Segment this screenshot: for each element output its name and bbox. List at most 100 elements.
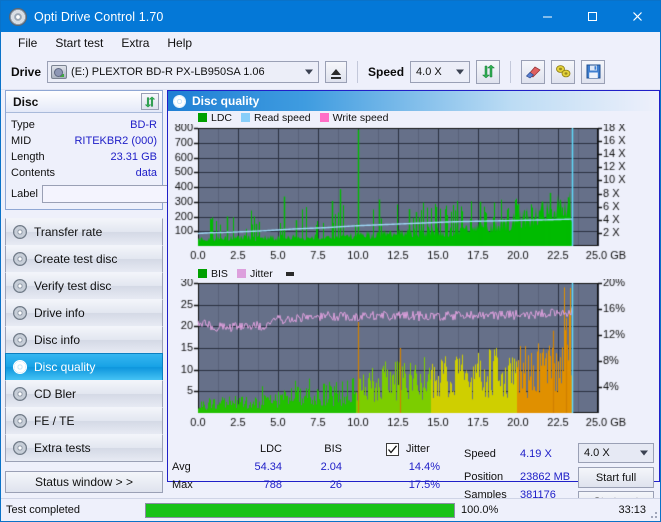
chart-marker-icon [285, 271, 294, 276]
legend-label-write-speed: Write speed [332, 111, 389, 124]
refresh-button[interactable] [476, 59, 501, 84]
legend-swatch-read-speed [241, 113, 251, 122]
disc-row-contents: Contents data [11, 165, 157, 181]
drive-toolbar: Drive (E:) PLEXTOR BD-R PX-LB950SA 1.06 … [1, 54, 660, 90]
stats-col-ldc: LDC [259, 443, 282, 455]
disc-transfer-icon [13, 225, 27, 239]
eraser-icon [525, 66, 541, 79]
stats-position-label: Position [464, 471, 504, 483]
menu-item-extra[interactable]: Extra [112, 33, 158, 53]
legend-swatch-jitter [236, 269, 246, 278]
sidebar-item-drive-info[interactable]: Drive info [5, 299, 163, 327]
disc-quality-panel: Disc quality LDC Read speed Write speed … [167, 90, 660, 512]
sidebar-item-verify-test-disc[interactable]: Verify test disc [5, 272, 163, 300]
resize-grip[interactable] [648, 509, 658, 519]
disc-create-icon [13, 252, 27, 266]
drive-icon [51, 64, 68, 79]
erase-button[interactable] [521, 59, 546, 84]
disc-bler-icon [13, 387, 27, 401]
menu-bar: File Start test Extra Help [1, 32, 660, 54]
stats-speed-value: 4.19 X [520, 448, 552, 460]
sidebar-item-fe-te[interactable]: FE / TE [5, 407, 163, 435]
disc-refresh-button[interactable] [141, 93, 159, 110]
maximize-icon[interactable] [570, 1, 615, 32]
test-speed-value: 4.0 X [584, 447, 610, 459]
sidebar-item-transfer-rate[interactable]: Transfer rate [5, 218, 163, 246]
disc-label-key: Label [11, 188, 38, 200]
nav-list: Transfer rate Create test disc Verify te… [5, 218, 163, 462]
refresh-arrows-icon [481, 64, 495, 79]
sidebar-item-label: Disc quality [34, 360, 96, 374]
legend-label-ldc: LDC [211, 111, 233, 124]
legend-label-bis: BIS [211, 267, 228, 280]
sidebar-item-label: Extra tests [34, 441, 91, 455]
sidebar-item-extra-tests[interactable]: Extra tests [5, 434, 163, 462]
disc-row-contents-value: data [135, 167, 157, 179]
disc-row-length-key: Length [11, 151, 45, 163]
legend-label-read-speed: Read speed [254, 111, 311, 124]
sidebar-item-label: Transfer rate [34, 225, 103, 239]
sidebar-item-label: Drive info [34, 306, 85, 320]
stats-position-value: 23862 MB [520, 471, 571, 483]
close-icon[interactable] [615, 1, 660, 32]
disc-drive-icon [13, 306, 27, 320]
disc-quality-header: Disc quality [168, 91, 659, 111]
bind-icon [555, 65, 570, 78]
stats-max-jitter: 17.5% [408, 479, 440, 491]
ldc-chart-legend: LDC Read speed Write speed [168, 111, 659, 124]
disc-row-length: Length 23.31 GB [11, 149, 157, 165]
speed-select[interactable]: 4.0 X [410, 60, 471, 83]
sidebar-item-disc-info[interactable]: Disc info [5, 326, 163, 354]
page-title: Disc quality [192, 94, 260, 108]
sidebar-item-create-test-disc[interactable]: Create test disc [5, 245, 163, 273]
disc-row-length-value: 23.31 GB [110, 151, 157, 163]
disc-info-rows: Type BD-R MID RITEKBR2 (000) Length 23.3… [6, 113, 246, 209]
sidebar-item-label: CD Bler [34, 387, 77, 401]
disc-panel-header: Disc [6, 91, 162, 113]
jitter-checkbox[interactable] [386, 443, 399, 456]
save-button[interactable] [581, 59, 606, 84]
drive-select-value: (E:) PLEXTOR BD-R PX-LB950SA 1.06 [71, 65, 265, 78]
eject-icon [331, 68, 342, 79]
window-title: Opti Drive Control 1.70 [34, 9, 164, 24]
window-controls [525, 1, 660, 32]
bind-button[interactable] [551, 59, 576, 84]
save-icon [586, 64, 601, 79]
menu-item-help[interactable]: Help [158, 33, 201, 53]
menu-item-file[interactable]: File [9, 33, 46, 53]
legend-swatch-write-speed [319, 113, 329, 122]
title-bar: Opti Drive Control 1.70 [1, 1, 660, 32]
stats-avg-jitter: 14.4% [408, 461, 440, 473]
test-speed-select[interactable]: 4.0 X [578, 443, 654, 463]
status-bar: Test completed 100.0% 33:13 [1, 498, 660, 521]
main-body: Disc Type BD-R MID RITEKBR2 (000) Length… [1, 90, 660, 512]
drive-select[interactable]: (E:) PLEXTOR BD-R PX-LB950SA 1.06 [47, 60, 320, 83]
disc-panel: Disc Type BD-R MID RITEKBR2 (000) Length… [5, 90, 246, 210]
stats-row-max: Max [172, 479, 193, 491]
disc-row-type-value: BD-R [130, 119, 157, 131]
eject-button[interactable] [325, 60, 348, 83]
disc-info-icon [13, 333, 27, 347]
start-full-button[interactable]: Start full [578, 467, 654, 488]
minimize-icon[interactable] [525, 1, 570, 32]
disc-quality-icon [173, 94, 186, 108]
menu-item-start-test[interactable]: Start test [46, 33, 112, 53]
legend-swatch-bis [198, 269, 207, 278]
progress-fill [146, 503, 454, 517]
stats-panel: LDC BIS Jitter Avg 54.34 2.04 14.4% Max … [168, 439, 659, 512]
status-window-button[interactable]: Status window > > [5, 471, 163, 493]
disc-extra-icon [13, 441, 27, 455]
ldc-chart[interactable] [168, 124, 659, 266]
chevron-down-icon [456, 69, 465, 74]
sidebar-item-disc-quality[interactable]: Disc quality [5, 353, 163, 381]
disc-verify-icon [13, 279, 27, 293]
drive-label: Drive [11, 64, 42, 79]
bis-jitter-chart[interactable] [168, 279, 659, 439]
sidebar-item-label: Verify test disc [34, 279, 112, 293]
app-disc-icon [9, 7, 27, 26]
stats-col-bis: BIS [324, 443, 342, 455]
sidebar-item-cd-bler[interactable]: CD Bler [5, 380, 163, 408]
bis-chart-legend: BIS Jitter [168, 266, 659, 280]
chevron-down-icon [640, 450, 648, 456]
disc-row-mid-value: RITEKBR2 (000) [74, 135, 157, 147]
